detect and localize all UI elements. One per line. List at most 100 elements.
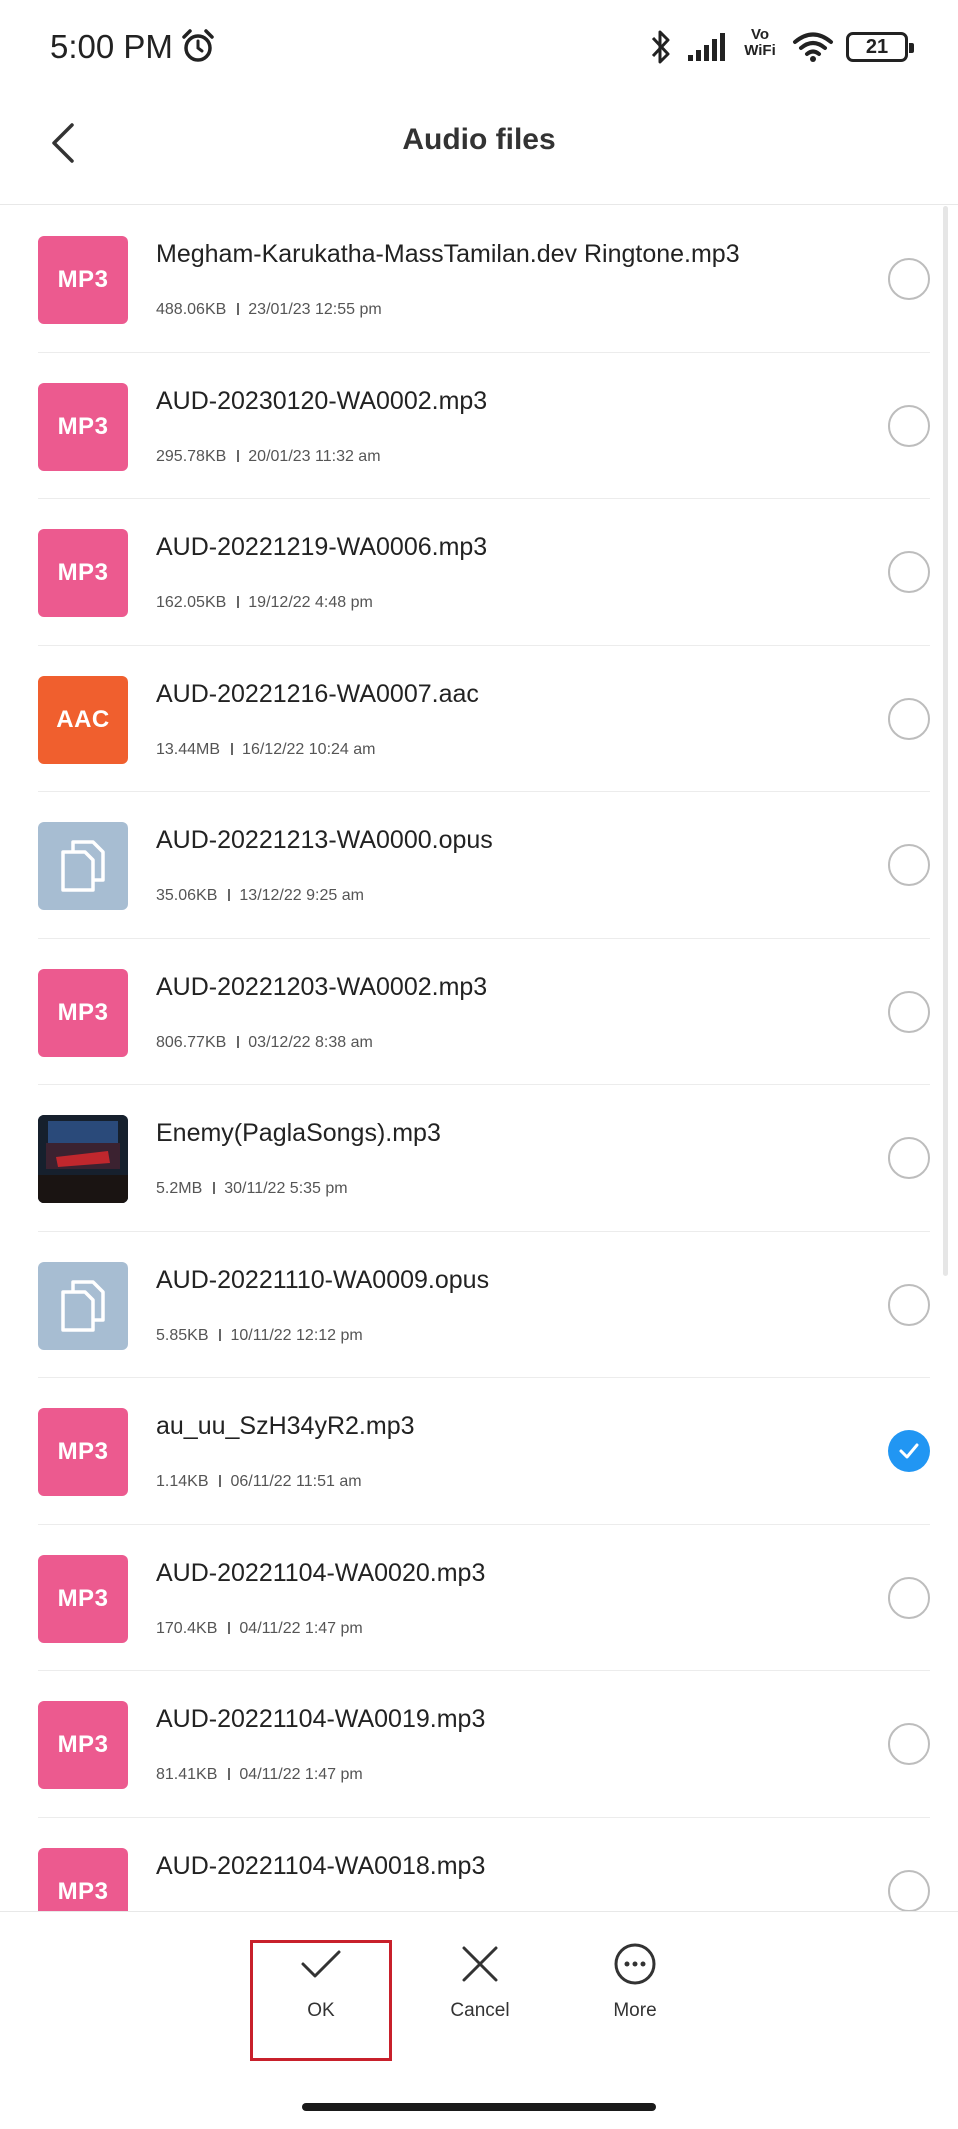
file-meta: 295.78KB 20/01/23 11:32 am bbox=[156, 448, 381, 466]
meta-separator bbox=[231, 742, 234, 755]
file-row[interactable]: AUD-20221213-WA0000.opus 35.06KB 13/12/22 … bbox=[38, 792, 930, 939]
file-size: 35.06KB bbox=[156, 887, 218, 904]
status-bar: 5:00 PM Vo WiFi 21 bbox=[0, 0, 958, 95]
file-date: 23/01/23 12:55 pm bbox=[248, 301, 382, 318]
meta-separator bbox=[228, 1621, 231, 1634]
file-type-badge: MP3 bbox=[38, 1554, 128, 1643]
vowifi-bottom: WiFi bbox=[744, 42, 776, 59]
bottom-action-bar: OK Cancel More bbox=[0, 1911, 958, 2129]
file-size: 806.77KB bbox=[156, 1033, 227, 1051]
meta-separator bbox=[228, 1768, 231, 1780]
file-row[interactable]: MP3 AUD-20221203-WA0002.mp3 806.77KB 03/12/… bbox=[38, 939, 930, 1085]
select-checkbox[interactable] bbox=[888, 258, 930, 300]
file-row[interactable]: MP3 Megham-Karukatha-MassTamilan.dev Ring… bbox=[38, 206, 930, 353]
file-type-badge: MP3 bbox=[38, 1701, 128, 1789]
file-size: 5.85KB bbox=[156, 1326, 209, 1344]
more-label: More bbox=[613, 2000, 657, 2021]
file-date: 04/11/22 1:47 pm bbox=[239, 1619, 363, 1637]
file-size: 488.06KB bbox=[156, 301, 227, 318]
document-icon bbox=[38, 822, 128, 910]
file-name: AUD-20221104-WA0019.mp3 bbox=[156, 1705, 486, 1733]
file-size: 162.05KB bbox=[156, 594, 227, 611]
vowifi-top: Vo bbox=[750, 26, 770, 43]
file-row[interactable]: Enemy(PaglaSongs).mp3 5.2MB 30/11/22 5:35 … bbox=[38, 1085, 930, 1232]
file-date: 30/11/22 5:35 pm bbox=[224, 1180, 348, 1197]
file-meta: 5.85KB 10/11/22 12:12 pm bbox=[156, 1327, 363, 1345]
header: Audio files bbox=[0, 95, 958, 205]
meta-separator bbox=[237, 596, 240, 608]
home-indicator[interactable] bbox=[302, 2103, 656, 2111]
file-row[interactable]: MP3 au_uu_SzH34yR2.mp3 1.14KB 06/11/22 11:5… bbox=[38, 1378, 930, 1525]
vowifi-indicator: Vo WiFi bbox=[740, 27, 780, 67]
document-icon bbox=[38, 1261, 128, 1350]
file-meta: 162.05KB 19/12/22 4:48 pm bbox=[156, 594, 373, 612]
file-type-badge: AAC bbox=[38, 675, 128, 764]
meta-separator bbox=[237, 303, 240, 315]
select-checkbox[interactable] bbox=[888, 990, 930, 1033]
file-date: 19/12/22 4:48 pm bbox=[248, 594, 373, 611]
file-row[interactable]: MP3 AUD-20221104-WA0020.mp3 170.4KB 04/11/2… bbox=[38, 1525, 930, 1671]
close-icon bbox=[462, 1946, 498, 1982]
file-name: AUD-20221104-WA0018.mp3 bbox=[156, 1851, 486, 1880]
meta-separator bbox=[219, 1475, 222, 1487]
file-name: AUD-20221110-WA0009.opus bbox=[156, 1265, 490, 1294]
file-meta: 806.77KB 03/12/22 8:38 am bbox=[156, 1034, 373, 1052]
file-date: 13/12/22 9:25 am bbox=[239, 887, 364, 904]
selected-checkbox[interactable] bbox=[888, 1430, 930, 1472]
file-type-badge: MP3 bbox=[38, 529, 128, 617]
cancel-label: Cancel bbox=[450, 2000, 510, 2021]
battery-icon: 21 bbox=[846, 32, 914, 62]
file-name: AUD-20221203-WA0002.mp3 bbox=[156, 972, 488, 1001]
page-title: Audio files bbox=[402, 123, 556, 156]
file-size: 13.44MB bbox=[156, 740, 221, 758]
more-button[interactable]: More bbox=[565, 1942, 705, 2022]
select-checkbox[interactable] bbox=[888, 697, 930, 740]
file-row[interactable]: MP3 AUD-20221104-WA0018.mp3 bbox=[38, 1818, 930, 1911]
file-meta: 5.2MB 30/11/22 5:35 pm bbox=[156, 1180, 348, 1198]
cancel-button[interactable]: Cancel bbox=[410, 1942, 550, 2022]
file-meta: 81.41KB 04/11/22 1:47 pm bbox=[156, 1766, 363, 1784]
file-row[interactable]: MP3 AUD-20230120-WA0002.mp3 295.78KB 20/01/… bbox=[38, 353, 930, 499]
select-checkbox[interactable] bbox=[888, 551, 930, 593]
file-list[interactable]: MP3 Megham-Karukatha-MassTamilan.dev Ring… bbox=[0, 206, 958, 1911]
file-meta: 35.06KB 13/12/22 9:25 am bbox=[156, 887, 364, 905]
file-row[interactable]: AUD-20221110-WA0009.opus 5.85KB 10/11/22 1… bbox=[38, 1232, 930, 1378]
file-name: AUD-20221104-WA0020.mp3 bbox=[156, 1558, 486, 1587]
file-size: 170.4KB bbox=[156, 1619, 218, 1637]
file-name: AUD-20221219-WA0006.mp3 bbox=[156, 533, 488, 561]
check-icon bbox=[899, 1443, 919, 1459]
select-checkbox[interactable] bbox=[888, 844, 930, 886]
file-size: 1.14KB bbox=[156, 1473, 209, 1490]
file-type-badge: MP3 bbox=[38, 236, 128, 324]
select-checkbox[interactable] bbox=[888, 1723, 930, 1765]
meta-separator bbox=[228, 889, 231, 901]
file-date: 04/11/22 1:47 pm bbox=[239, 1766, 363, 1783]
file-row[interactable]: MP3 AUD-20221104-WA0019.mp3 81.41KB 04/11/2… bbox=[38, 1671, 930, 1818]
select-checkbox[interactable] bbox=[888, 1576, 930, 1619]
meta-separator bbox=[219, 1328, 222, 1341]
file-row[interactable]: MP3 AUD-20221219-WA0006.mp3 162.05KB 19/12/… bbox=[38, 499, 930, 646]
file-meta: 488.06KB 23/01/23 12:55 pm bbox=[156, 301, 382, 319]
select-checkbox[interactable] bbox=[888, 1283, 930, 1326]
file-row[interactable]: AAC AUD-20221216-WA0007.aac 13.44MB 16/12/2… bbox=[38, 646, 930, 792]
file-type-badge: MP3 bbox=[38, 382, 128, 471]
file-meta: 13.44MB 16/12/22 10:24 am bbox=[156, 741, 375, 759]
select-checkbox[interactable] bbox=[888, 404, 930, 447]
file-date: 06/11/22 11:51 am bbox=[230, 1473, 362, 1490]
file-meta: 170.4KB 04/11/22 1:47 pm bbox=[156, 1620, 363, 1638]
select-checkbox[interactable] bbox=[888, 1137, 930, 1179]
wifi-icon bbox=[793, 32, 833, 62]
status-icons: Vo WiFi 21 bbox=[648, 26, 914, 68]
file-type-badge: MP3 bbox=[38, 1847, 128, 1911]
scrollbar[interactable] bbox=[943, 206, 948, 1276]
more-icon bbox=[614, 1943, 656, 1985]
meta-separator bbox=[237, 449, 240, 462]
ok-highlight-box bbox=[250, 1940, 392, 2061]
select-checkbox[interactable] bbox=[888, 1869, 930, 1911]
alarm-icon bbox=[182, 29, 214, 62]
file-name: AUD-20221213-WA0000.opus bbox=[156, 826, 493, 854]
file-date: 20/01/23 11:32 am bbox=[248, 447, 381, 465]
file-type-badge: MP3 bbox=[38, 1408, 128, 1496]
file-name: Megham-Karukatha-MassTamilan.dev Rington… bbox=[156, 240, 740, 268]
album-art-thumbnail bbox=[38, 1115, 128, 1203]
